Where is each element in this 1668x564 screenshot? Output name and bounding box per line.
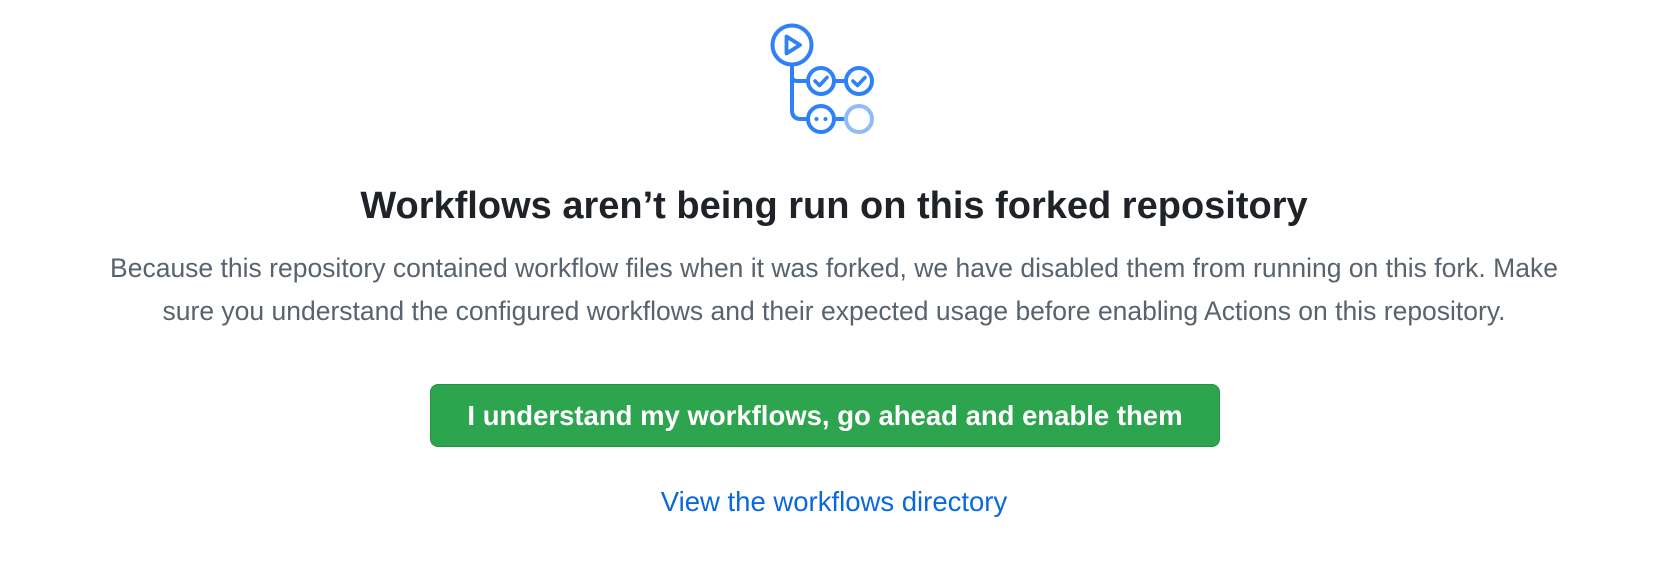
description-line-2: sure you understand the configured workf… [162,296,1506,326]
in-progress-node-icon [806,104,836,134]
dot-icon-2 [823,117,828,121]
workflow-connector-branch [790,74,809,83]
play-node-icon [770,23,814,67]
page-title: Workflows aren’t being run on this forke… [360,185,1308,227]
description-text: Because this repository contained workfl… [10,247,1658,333]
view-workflows-directory-link[interactable]: View the workflows directory [0,482,1668,522]
check-node-icon [806,66,836,96]
check-node-icon-2 [844,66,874,96]
description-line-1: Because this repository contained workfl… [110,253,1558,283]
dot-icon [814,117,819,121]
queued-node-icon [844,104,874,134]
enable-workflows-button[interactable]: I understand my workflows, go ahead and … [430,384,1220,447]
workflow-connector-vertical [790,64,809,121]
workflow-graph-icon [770,23,874,134]
forked-actions-disabled-panel: Workflows aren’t being run on this forke… [0,0,1668,564]
actions-workflow-icon [770,22,884,138]
checkmark-icon-2 [851,75,867,88]
play-triangle-icon [784,34,802,56]
checkmark-icon [813,75,829,88]
